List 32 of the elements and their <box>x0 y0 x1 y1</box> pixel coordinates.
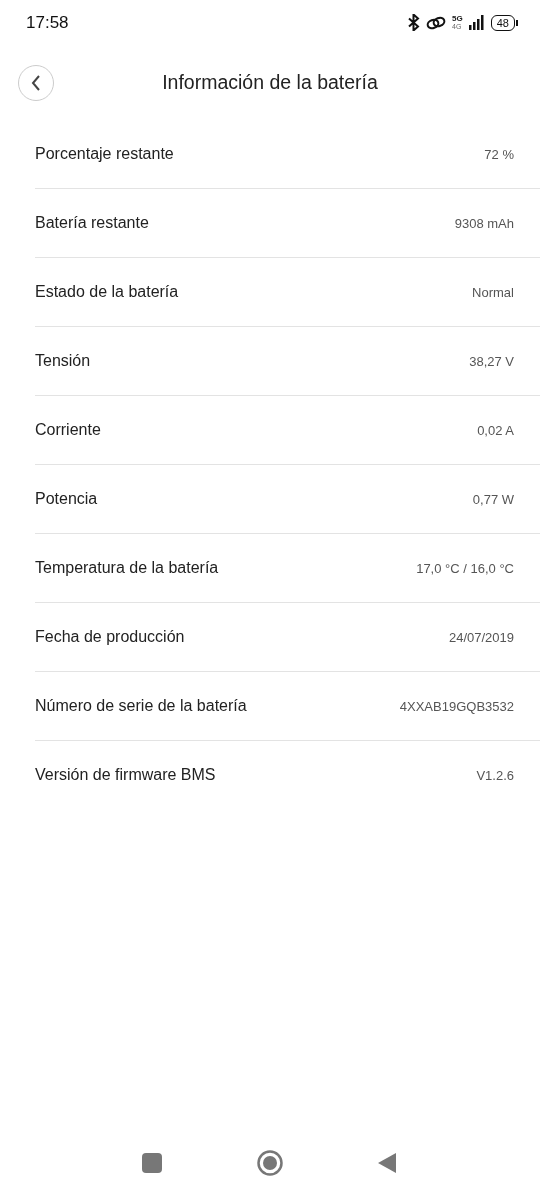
link-icon <box>426 15 447 30</box>
row-value: Normal <box>472 284 514 300</box>
signal-icon <box>468 15 485 30</box>
row-value: 38,27 V <box>469 353 514 369</box>
row-label: Temperatura de la batería <box>35 559 219 577</box>
home-icon[interactable] <box>257 1149 283 1176</box>
recents-icon[interactable] <box>142 1152 162 1173</box>
back-button[interactable] <box>18 64 54 101</box>
page-title: Información de la batería <box>162 71 378 94</box>
row-label: Porcentaje restante <box>35 145 174 163</box>
row-value: 0,02 A <box>477 422 514 438</box>
row-label: Versión de firmware BMS <box>35 766 216 784</box>
back-icon[interactable] <box>378 1152 396 1173</box>
bluetooth-icon <box>408 14 421 31</box>
row-label: Corriente <box>35 421 101 439</box>
row-value: 4XXAB19GQB3532 <box>399 698 514 714</box>
row-label: Tensión <box>35 352 91 370</box>
row-label: Número de serie de la batería <box>35 697 247 715</box>
row-label: Fecha de producción <box>35 628 185 646</box>
row-value: 24/07/2019 <box>448 629 514 645</box>
network-label: 5G <box>452 15 463 23</box>
row-value: V1.2.6 <box>476 767 514 783</box>
row-value: 9308 mAh <box>454 215 514 231</box>
status-time: 17:58 <box>26 12 70 33</box>
chevron-left-icon <box>31 74 41 91</box>
row-label: Batería restante <box>35 214 149 232</box>
battery-icon: 48 <box>490 14 518 31</box>
row-value: 0,77 W <box>472 491 514 507</box>
row-label: Potencia <box>35 490 98 508</box>
row-value: 17,0 °C / 16,0 °C <box>416 560 514 576</box>
row-label: Estado de la batería <box>35 283 179 301</box>
row-value: 72 % <box>484 146 514 162</box>
